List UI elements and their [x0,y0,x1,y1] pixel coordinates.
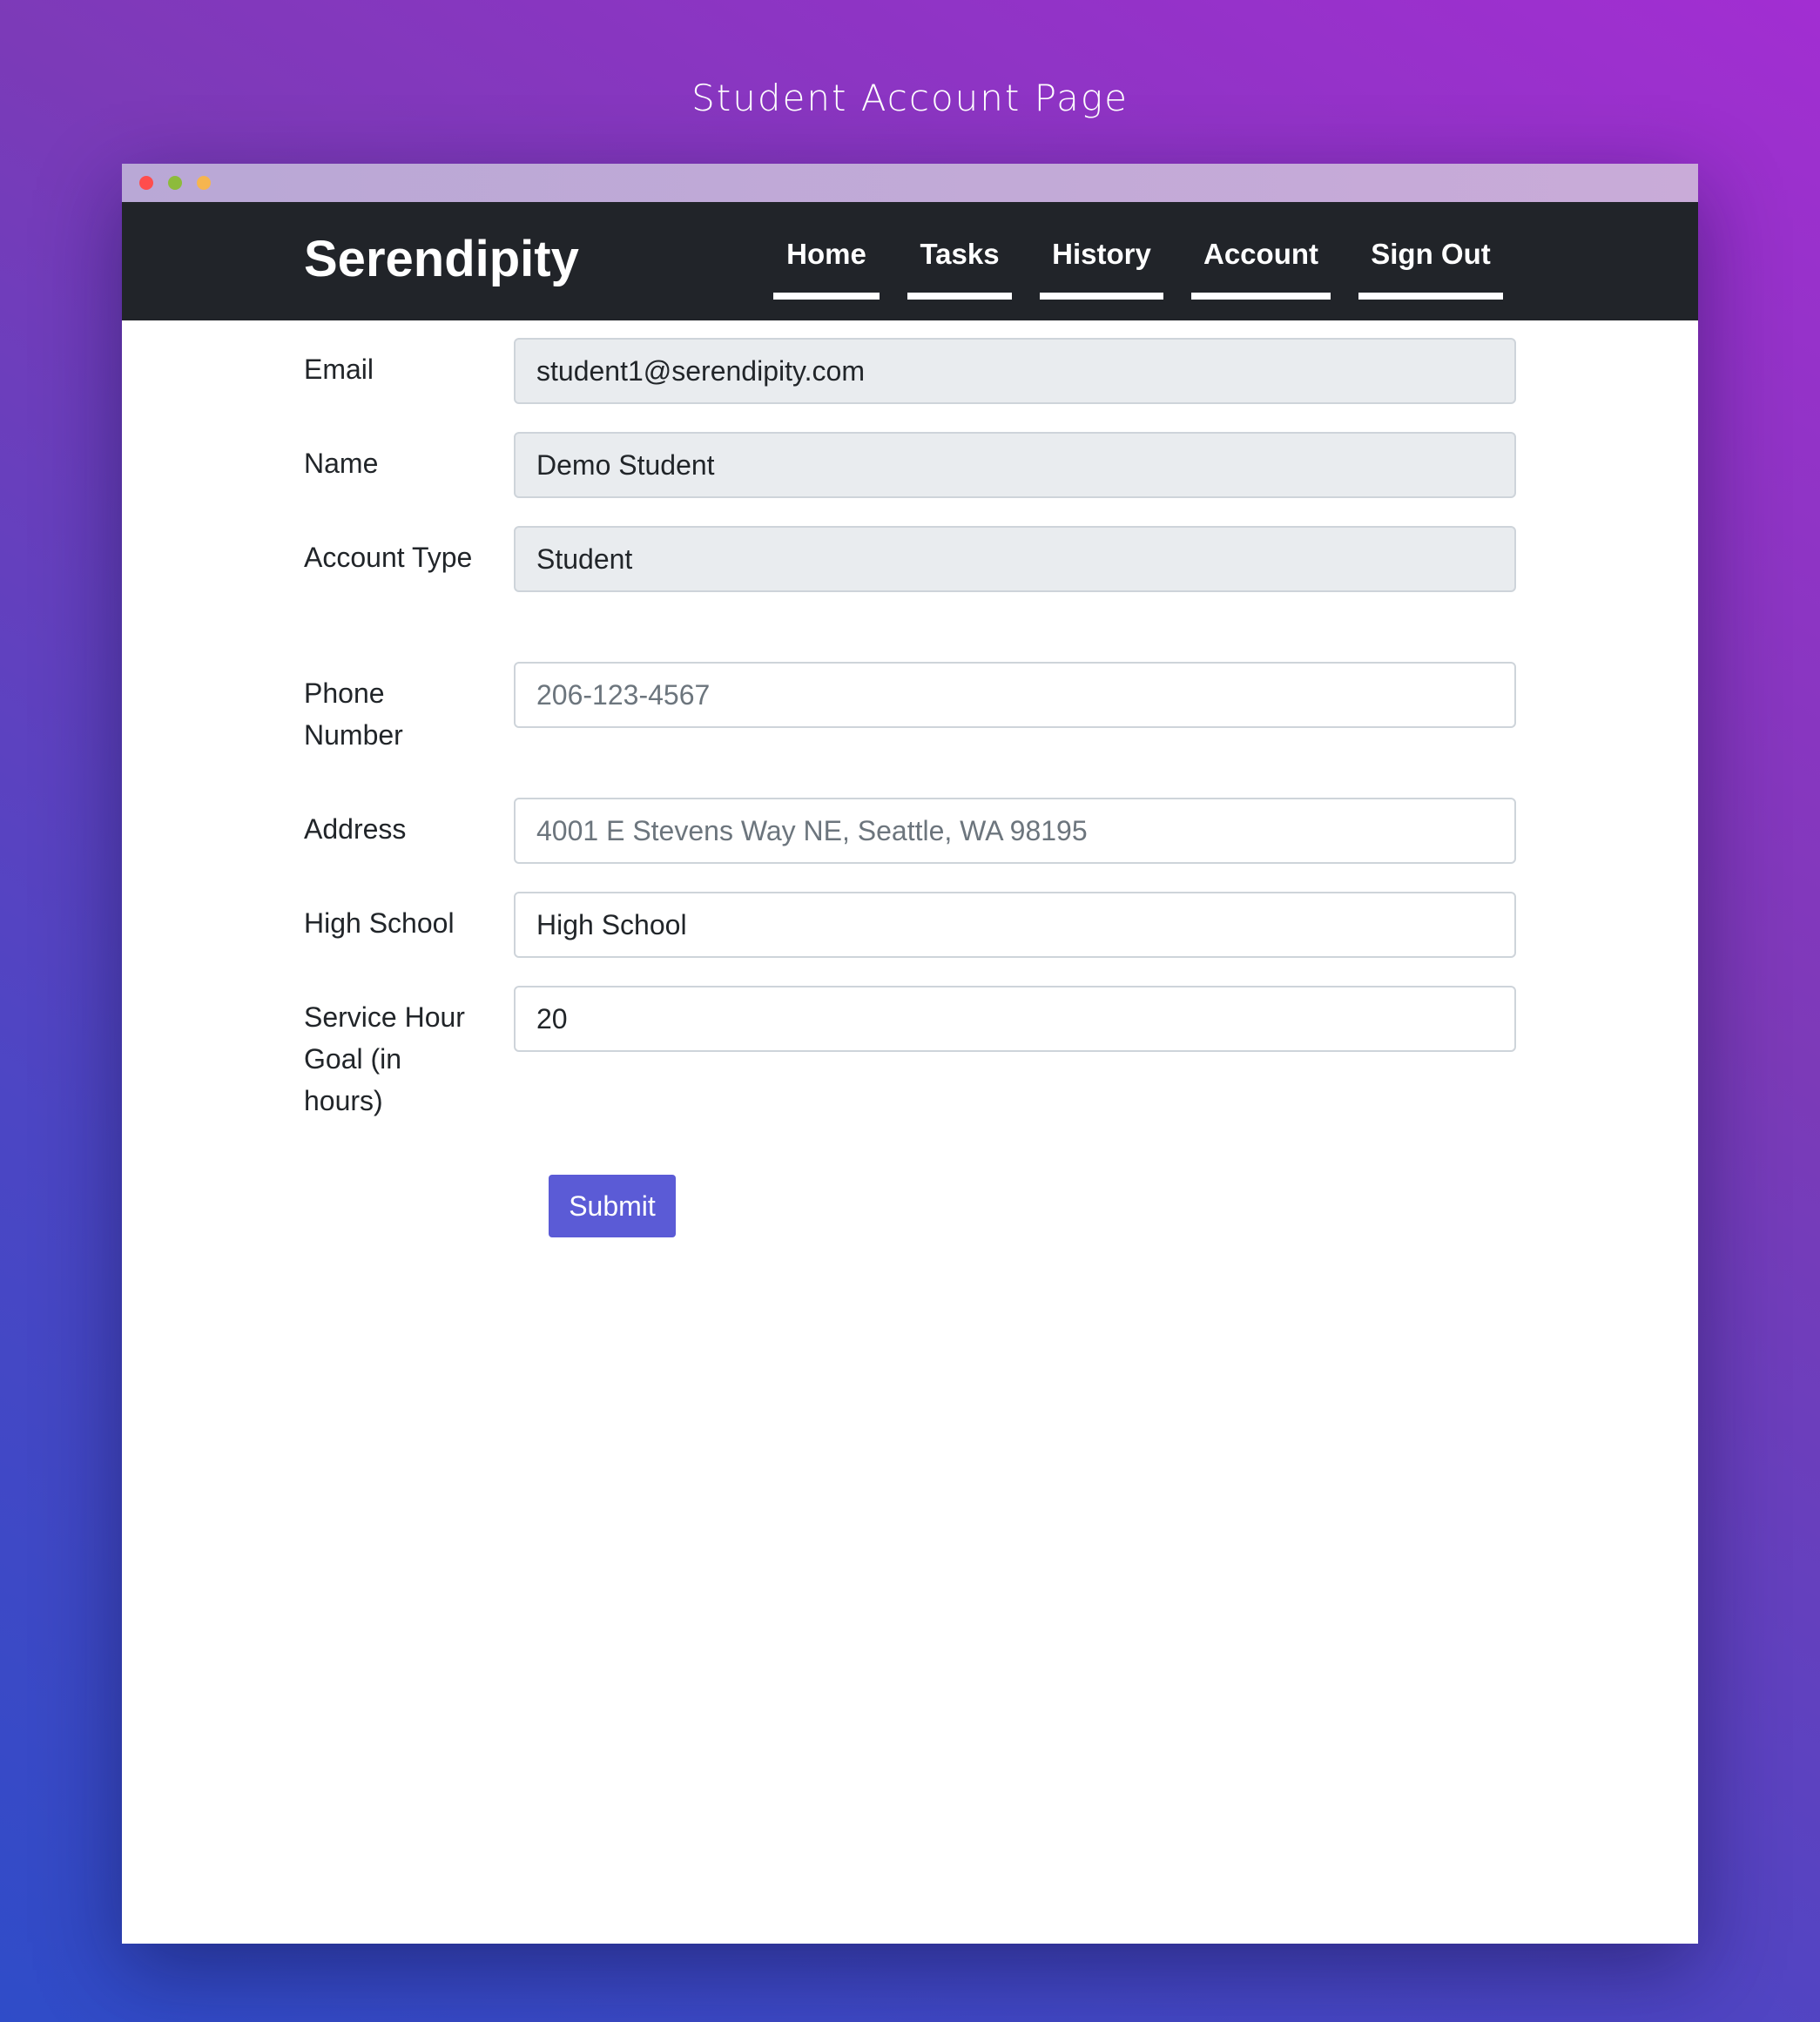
email-field[interactable] [514,338,1516,404]
email-label: Email [304,354,374,385]
address-field[interactable] [514,798,1516,864]
nav-history[interactable]: History [1040,237,1163,300]
page-caption: Student Account Page [691,77,1129,119]
name-label: Name [304,448,379,479]
nav-sign-out[interactable]: Sign Out [1358,237,1503,300]
service-hour-goal-field[interactable] [514,986,1516,1052]
nav-account[interactable]: Account [1191,237,1331,300]
nav-tasks[interactable]: Tasks [907,237,1012,300]
service-hour-goal-label: Service Hour Goal (in hours) [304,1001,465,1116]
account-type-label: Account Type [304,542,473,573]
phone-number-label: Phone Number [304,677,403,751]
phone-number-field[interactable] [514,662,1516,728]
nav-home[interactable]: Home [773,237,880,300]
maximize-window-icon[interactable] [197,176,211,190]
submit-button[interactable]: Submit [549,1175,676,1237]
name-field[interactable] [514,432,1516,498]
close-window-icon[interactable] [139,176,153,190]
browser-window: Serendipity Home Tasks History Account S… [122,164,1698,1944]
brand-logo[interactable]: Serendipity [304,230,579,288]
window-titlebar [122,164,1698,202]
navbar: Serendipity Home Tasks History Account S… [122,202,1698,320]
account-type-field[interactable] [514,526,1516,592]
minimize-window-icon[interactable] [168,176,182,190]
high-school-field[interactable] [514,892,1516,958]
high-school-label: High School [304,907,455,939]
address-label: Address [304,813,407,845]
